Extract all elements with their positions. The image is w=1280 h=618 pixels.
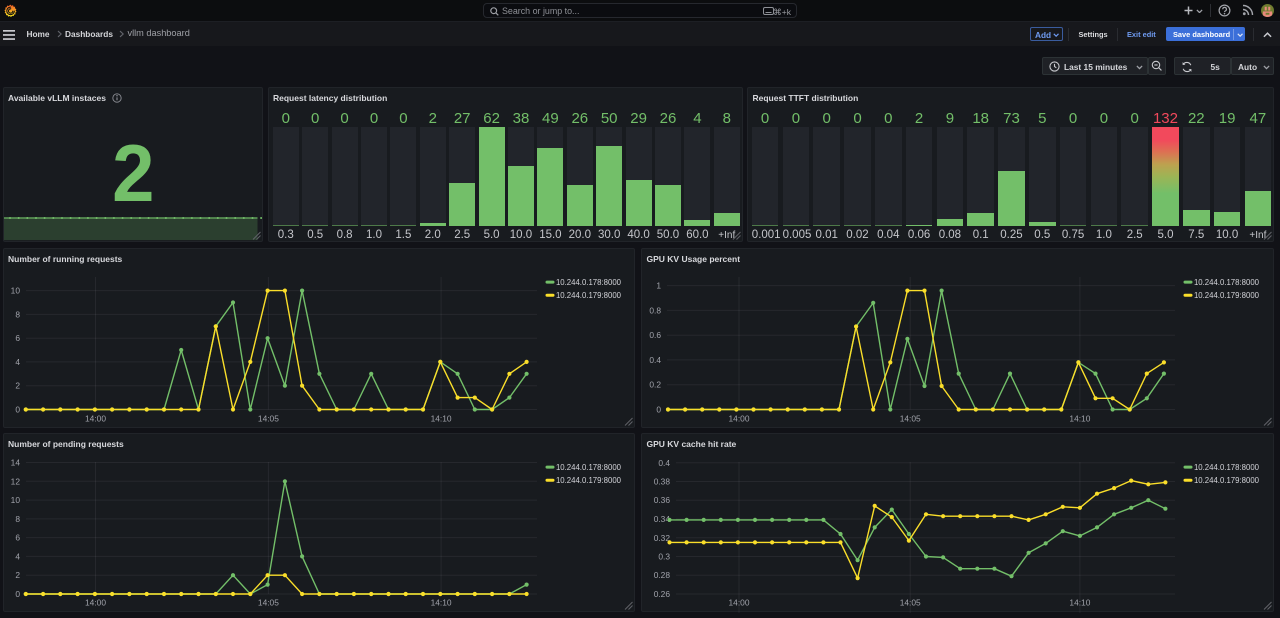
svg-text:0.38: 0.38 <box>654 477 671 487</box>
svg-text:0.6: 0.6 <box>649 330 661 340</box>
svg-text:14:10: 14:10 <box>430 598 451 608</box>
svg-text:0: 0 <box>15 405 20 415</box>
svg-text:10.244.0.179:8000: 10.244.0.179:8000 <box>1194 291 1260 300</box>
svg-text:14:05: 14:05 <box>900 598 921 608</box>
svg-text:4: 4 <box>15 357 20 367</box>
svg-text:2: 2 <box>15 570 20 580</box>
svg-text:8: 8 <box>15 514 20 524</box>
svg-text:10.244.0.179:8000: 10.244.0.179:8000 <box>1194 476 1260 485</box>
svg-text:10.244.0.179:8000: 10.244.0.179:8000 <box>555 476 621 485</box>
svg-text:12: 12 <box>10 476 20 486</box>
svg-text:0: 0 <box>15 589 20 599</box>
svg-text:0.2: 0.2 <box>649 380 661 390</box>
svg-text:8: 8 <box>15 309 20 319</box>
svg-text:0.26: 0.26 <box>654 589 671 599</box>
svg-text:10.244.0.178:8000: 10.244.0.178:8000 <box>555 278 621 287</box>
svg-text:4: 4 <box>15 551 20 561</box>
svg-text:10: 10 <box>10 495 20 505</box>
svg-text:0.4: 0.4 <box>658 458 670 468</box>
svg-text:14:05: 14:05 <box>257 414 278 424</box>
svg-text:10.244.0.179:8000: 10.244.0.179:8000 <box>555 291 621 300</box>
svg-text:10: 10 <box>10 286 20 296</box>
svg-text:14:10: 14:10 <box>1069 598 1090 608</box>
svg-text:14:10: 14:10 <box>430 414 451 424</box>
svg-text:14:00: 14:00 <box>85 414 106 424</box>
svg-text:0.36: 0.36 <box>654 495 671 505</box>
svg-text:14:00: 14:00 <box>729 414 750 424</box>
svg-text:14: 14 <box>10 458 20 468</box>
svg-text:0: 0 <box>656 405 661 415</box>
svg-text:2: 2 <box>15 381 20 391</box>
svg-text:10.244.0.178:8000: 10.244.0.178:8000 <box>1194 463 1260 472</box>
svg-text:14:05: 14:05 <box>900 414 921 424</box>
svg-text:0.28: 0.28 <box>654 570 671 580</box>
svg-text:0.8: 0.8 <box>649 305 661 315</box>
svg-text:10.244.0.178:8000: 10.244.0.178:8000 <box>555 463 621 472</box>
svg-text:1: 1 <box>656 281 661 291</box>
svg-text:14:00: 14:00 <box>729 598 750 608</box>
svg-text:6: 6 <box>15 533 20 543</box>
svg-text:0.4: 0.4 <box>649 355 661 365</box>
svg-text:0.3: 0.3 <box>658 552 670 562</box>
svg-text:10.244.0.178:8000: 10.244.0.178:8000 <box>1194 278 1260 287</box>
svg-text:14:05: 14:05 <box>257 598 278 608</box>
svg-text:6: 6 <box>15 333 20 343</box>
svg-text:14:10: 14:10 <box>1069 414 1090 424</box>
svg-text:14:00: 14:00 <box>85 598 106 608</box>
